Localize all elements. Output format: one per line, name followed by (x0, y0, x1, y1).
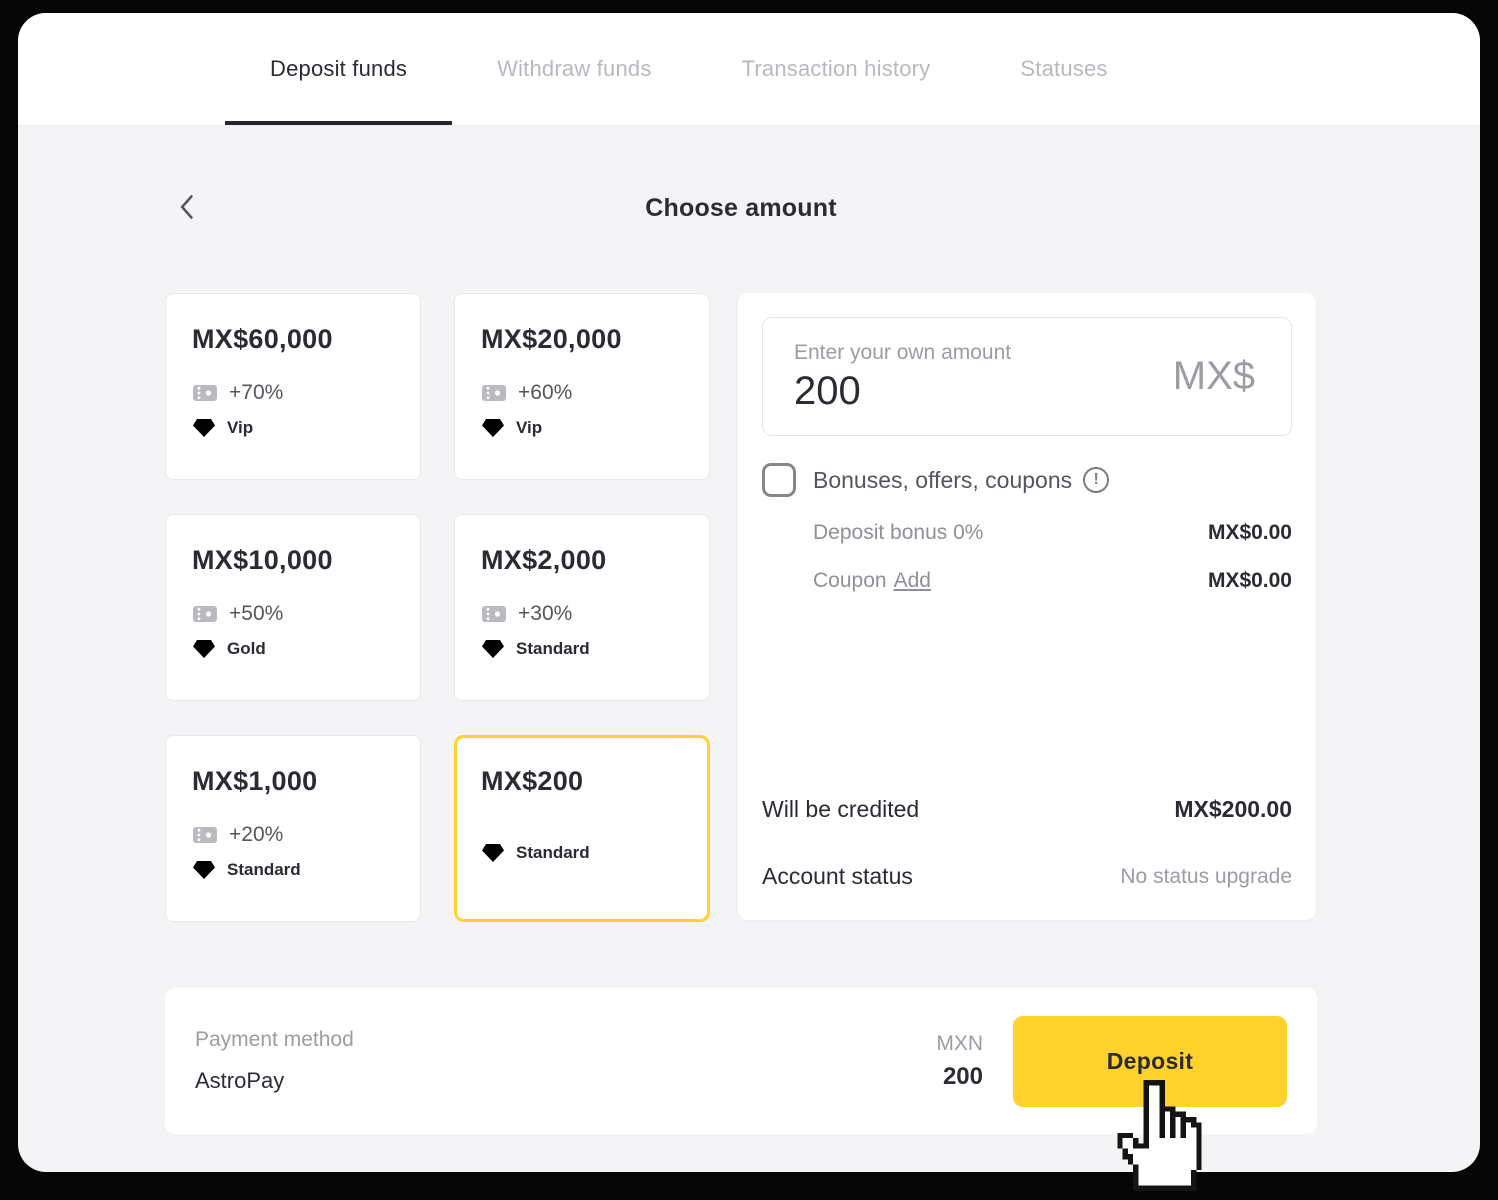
payment-bar: Payment method AstroPay MXN 200 Deposit (165, 988, 1317, 1134)
own-amount-value[interactable]: 200 (794, 369, 1011, 413)
card-tier-row: Gold (192, 639, 400, 659)
card-bonus-label: +20% (229, 823, 283, 847)
currency-suffix: MX$ (1173, 354, 1255, 399)
payment-method-block[interactable]: Payment method AstroPay (195, 1028, 354, 1094)
card-amount: MX$10,000 (192, 545, 400, 576)
account-status-row: Account status No status upgrade (762, 863, 1292, 890)
card-amount: MX$1,000 (192, 766, 400, 797)
card-tier-row: Vip (192, 418, 400, 438)
tab-label: Statuses (1020, 56, 1107, 82)
tab-withdraw-funds[interactable]: Withdraw funds (452, 13, 696, 125)
amount-card-20000[interactable]: MX$20,000 +60% Vip (454, 293, 710, 480)
coupon-icon (481, 383, 507, 403)
card-tier-row: Standard (192, 860, 400, 880)
card-amount: MX$20,000 (481, 324, 689, 355)
coupon-value: MX$0.00 (1208, 569, 1292, 593)
amount-card-200-selected[interactable]: MX$200 Standard (454, 735, 710, 922)
amount-summary-panel: Enter your own amount 200 MX$ Bonuses, o… (738, 293, 1316, 920)
payment-amount-value: 200 (936, 1063, 983, 1091)
deposit-bonus-row: Deposit bonus 0% MX$0.00 (762, 521, 1292, 545)
deposit-bonus-value: MX$0.00 (1208, 521, 1292, 545)
card-bonus-label: +50% (229, 602, 283, 626)
coupon-icon (481, 604, 507, 624)
card-bonus-row: +20% (192, 823, 400, 847)
tab-deposit-funds[interactable]: Deposit funds (225, 13, 452, 125)
card-bonus-row: +60% (481, 381, 689, 405)
card-tier-label: Vip (227, 418, 253, 438)
panel-spacer (762, 593, 1292, 796)
coupon-add-link[interactable]: Add (894, 569, 931, 592)
credited-value: MX$200.00 (1174, 796, 1292, 823)
tab-statuses[interactable]: Statuses (975, 13, 1152, 125)
choose-amount-section: MX$60,000 +70% Vip MX$20,000 +60% (165, 293, 1317, 922)
card-bonus-row: +50% (192, 602, 400, 626)
tab-label: Transaction history (742, 56, 931, 82)
card-tier-row: Standard (481, 843, 689, 863)
card-amount: MX$60,000 (192, 324, 400, 355)
deposit-button[interactable]: Deposit (1013, 1016, 1287, 1107)
tab-label: Withdraw funds (497, 56, 651, 82)
amount-card-60000[interactable]: MX$60,000 +70% Vip (165, 293, 421, 480)
deposit-window: Deposit funds Withdraw funds Transaction… (18, 13, 1480, 1172)
card-bonus-label: +70% (229, 381, 283, 405)
card-tier-label: Gold (227, 639, 266, 659)
bonuses-label: Bonuses, offers, coupons (813, 467, 1072, 494)
tab-label: Deposit funds (270, 56, 407, 82)
tab-transaction-history[interactable]: Transaction history (697, 13, 976, 125)
card-tier-row: Vip (481, 418, 689, 438)
tabs-bar: Deposit funds Withdraw funds Transaction… (18, 13, 1480, 126)
coupon-label-wrap: Coupon Add (813, 569, 931, 593)
card-bonus-row: +70% (192, 381, 400, 405)
payment-method-value: AstroPay (195, 1068, 354, 1094)
amount-card-2000[interactable]: MX$2,000 +30% Standard (454, 514, 710, 701)
diamond-icon (192, 639, 216, 659)
card-tier-label: Standard (516, 843, 590, 863)
coupon-label: Coupon (813, 569, 887, 592)
credited-label: Will be credited (762, 796, 919, 823)
card-amount: MX$2,000 (481, 545, 689, 576)
main-content: Choose amount MX$60,000 +70% Vip MX$20 (165, 192, 1317, 1134)
coupon-icon (192, 825, 218, 845)
card-amount: MX$200 (481, 766, 689, 797)
diamond-icon (192, 860, 216, 880)
deposit-bonus-label: Deposit bonus 0% (813, 521, 983, 545)
amount-cards-grid: MX$60,000 +70% Vip MX$20,000 +60% (165, 293, 710, 922)
amount-card-1000[interactable]: MX$1,000 +20% Standard (165, 735, 421, 922)
payment-amount-block: MXN 200 (936, 1032, 983, 1091)
diamond-icon (481, 418, 505, 438)
back-button[interactable] (179, 194, 194, 223)
tabs: Deposit funds Withdraw funds Transaction… (225, 13, 1480, 125)
coupon-icon (192, 604, 218, 624)
card-bonus-label: +30% (518, 602, 572, 626)
amount-card-10000[interactable]: MX$10,000 +50% Gold (165, 514, 421, 701)
account-status-value: No status upgrade (1120, 865, 1292, 889)
card-bonus-row: +30% (481, 602, 689, 626)
bonuses-toggle-row: Bonuses, offers, coupons ! (762, 463, 1292, 497)
diamond-icon (481, 843, 505, 863)
payment-currency-code: MXN (936, 1032, 983, 1056)
page-title: Choose amount (645, 194, 837, 223)
credited-row: Will be credited MX$200.00 (762, 796, 1292, 823)
card-tier-label: Vip (516, 418, 542, 438)
diamond-icon (481, 639, 505, 659)
card-tier-label: Standard (227, 860, 301, 880)
bonuses-checkbox[interactable] (762, 463, 796, 497)
card-tier-row: Standard (481, 639, 689, 659)
own-amount-label: Enter your own amount (794, 341, 1011, 365)
chevron-left-icon (179, 194, 194, 223)
diamond-icon (192, 418, 216, 438)
own-amount-field[interactable]: Enter your own amount 200 MX$ (762, 317, 1292, 436)
info-icon[interactable]: ! (1083, 467, 1109, 493)
coupon-icon (192, 383, 218, 403)
card-bonus-label: +60% (518, 381, 572, 405)
payment-method-label: Payment method (195, 1028, 354, 1052)
coupon-row: Coupon Add MX$0.00 (762, 569, 1292, 593)
account-status-label: Account status (762, 863, 913, 890)
title-row: Choose amount (165, 192, 1317, 224)
card-tier-label: Standard (516, 639, 590, 659)
